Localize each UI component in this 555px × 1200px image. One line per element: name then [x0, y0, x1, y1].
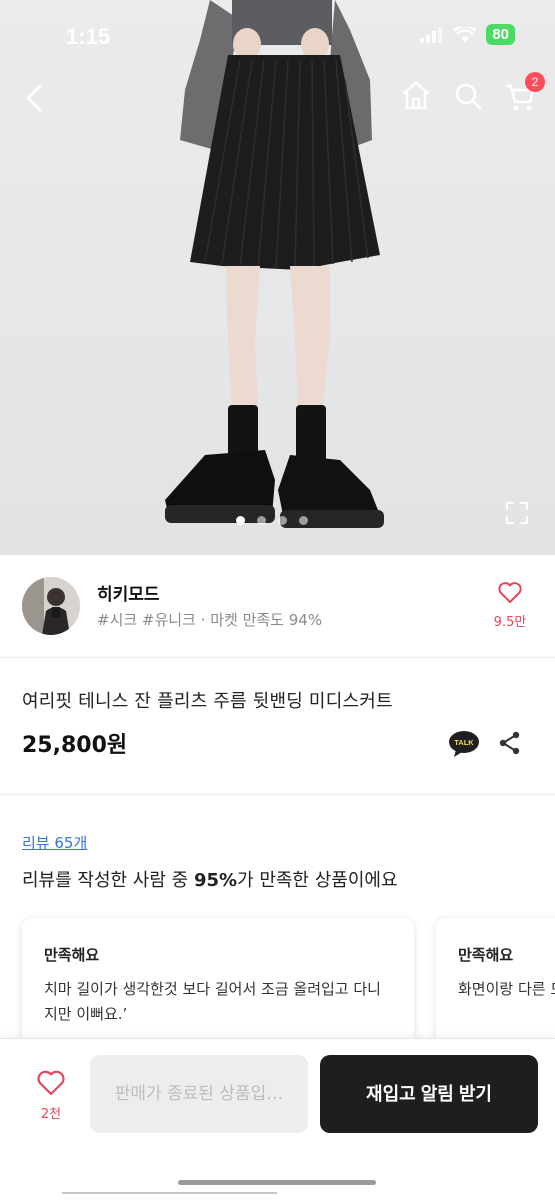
review-card[interactable]: 만족해요 치마 길이가 생각한것 보다 길어서 조금 올려입고 다니지만 이뻐요…: [22, 918, 414, 1056]
review-summary-prefix: 리뷰를 작성한 사람 중: [22, 870, 194, 891]
shop-avatar-image: [22, 577, 80, 635]
share-icon: [499, 731, 520, 755]
search-icon: [455, 83, 482, 110]
kakao-talk-button[interactable]: TALK: [448, 730, 480, 758]
share-button[interactable]: [497, 730, 523, 756]
heart-icon: [498, 582, 522, 603]
status-time: 1:15: [66, 24, 111, 49]
shop-name[interactable]: 히키모드: [97, 580, 160, 605]
gallery-dot[interactable]: [299, 516, 308, 525]
review-card-body: 화면이랑 다른 모델분과 피지: [458, 980, 555, 998]
back-arrow-icon: [26, 84, 42, 112]
review-summary: 리뷰를 작성한 사람 중 95%가 만족한 상품이에요: [22, 866, 398, 892]
home-button[interactable]: [399, 78, 433, 114]
expand-icon: [506, 502, 528, 524]
battery-indicator: 80: [486, 24, 515, 45]
review-card-body: 치마 길이가 생각한것 보다 길어서 조금 올려입고 다니지만 이뻐요.ʼ: [44, 980, 381, 1023]
review-card[interactable]: 만족해요 화면이랑 다른 모델분과 피지: [436, 918, 555, 1056]
product-title: 여리핏 테니스 잔 플리츠 주름 뒷밴딩 미디스커트: [22, 691, 393, 712]
home-indicator[interactable]: [178, 1180, 376, 1185]
shop-tags: #시크 #유니크 · 마켓 만족도 94%: [97, 611, 323, 629]
top-navigation: 2: [0, 70, 555, 130]
review-count-link[interactable]: 리뷰 65개: [22, 832, 87, 853]
bottom-action-bar: 2천 판매가 종료된 상품입… 재입고 알림 받기: [0, 1038, 555, 1200]
product-price: 25,800원: [22, 733, 128, 758]
signal-icon: [420, 26, 443, 43]
status-bar: 1:15 80: [0, 0, 555, 70]
sold-out-button: 판매가 종료된 상품입…: [90, 1055, 308, 1133]
expand-button[interactable]: [504, 500, 530, 526]
back-button[interactable]: [18, 78, 54, 118]
cart-count-badge: 2: [525, 72, 545, 92]
wish-count: 2천: [40, 1107, 62, 1122]
divider: [62, 1192, 277, 1194]
restock-alert-button[interactable]: 재입고 알림 받기: [320, 1055, 538, 1133]
shop-like-button[interactable]: 9.5만: [491, 581, 529, 630]
kakao-talk-icon: TALK: [449, 731, 479, 757]
review-summary-percent: 95%: [193, 870, 238, 891]
heart-icon: [37, 1070, 65, 1096]
gallery-dot[interactable]: [257, 516, 266, 525]
shop-avatar[interactable]: [22, 577, 80, 635]
search-button[interactable]: [451, 78, 485, 114]
cart-button[interactable]: 2: [503, 72, 545, 114]
home-icon: [402, 81, 430, 110]
shop-info[interactable]: 히키모드 #시크 #유니크 · 마켓 만족도 94% 9.5만: [0, 555, 555, 658]
gallery-dot[interactable]: [278, 516, 287, 525]
review-section: 리뷰 65개 리뷰를 작성한 사람 중 95%가 만족한 상품이에요 만족해요 …: [0, 796, 555, 1056]
gallery-pagination: [236, 516, 308, 525]
talk-label: TALK: [454, 738, 474, 747]
shop-like-count: 9.5만: [493, 615, 527, 630]
review-card-title: 만족해요: [458, 946, 514, 964]
gallery-dot[interactable]: [236, 516, 245, 525]
product-image-gallery[interactable]: 1:15 80 2: [0, 0, 555, 555]
review-summary-suffix: 가 만족한 상품이에요: [237, 870, 398, 891]
wifi-icon: [454, 26, 477, 42]
wish-button[interactable]: 2천: [32, 1069, 70, 1122]
product-info: 여리핏 테니스 잔 플리츠 주름 뒷밴딩 미디스커트 25,800원 TALK: [0, 659, 555, 795]
review-card-title: 만족해요: [44, 946, 100, 964]
